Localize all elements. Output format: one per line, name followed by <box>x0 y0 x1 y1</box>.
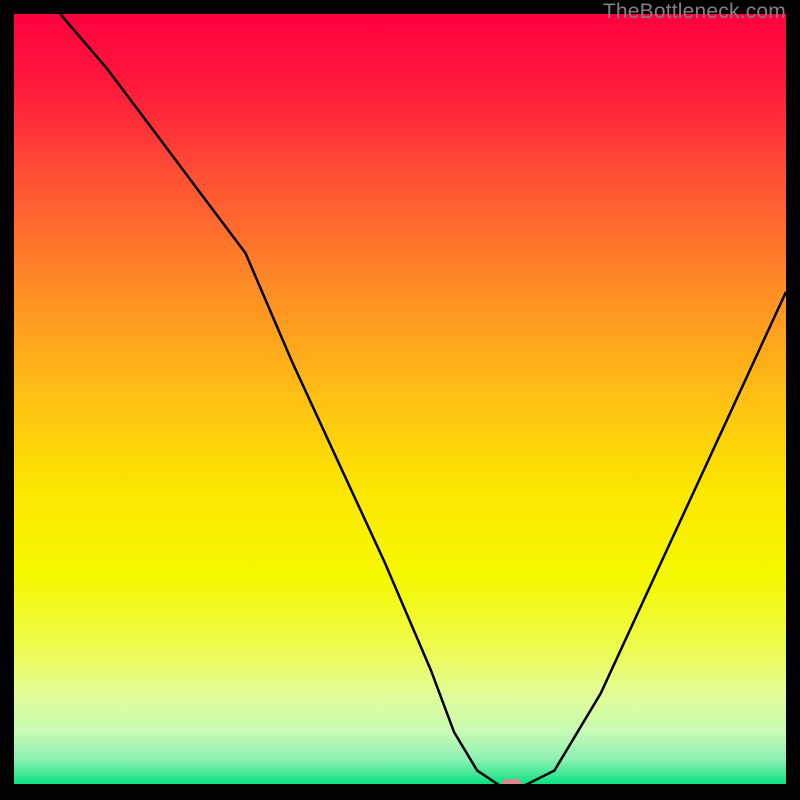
plot-area <box>14 14 786 786</box>
bottleneck-chart <box>14 14 786 786</box>
chart-frame: TheBottleneck.com <box>0 0 800 800</box>
watermark-text: TheBottleneck.com <box>603 0 786 24</box>
gradient-background <box>14 14 786 786</box>
